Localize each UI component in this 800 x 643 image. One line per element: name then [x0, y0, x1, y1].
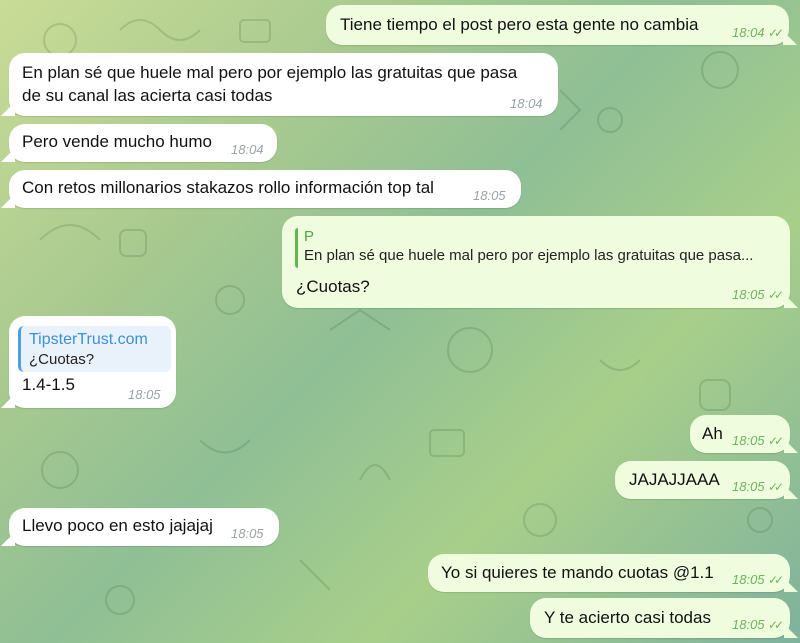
message-text: Pero vende mucho humo — [22, 132, 212, 151]
message-text: Yo si quieres te mando cuotas @1.1 — [441, 563, 714, 582]
message-time: 18:05 — [732, 479, 765, 494]
message-text: Tiene tiempo el post pero esta gente no … — [340, 15, 699, 34]
message-text: Llevo poco en esto jajajaj — [22, 516, 213, 535]
message-time: 18:05 — [732, 287, 765, 302]
message-text: En plan sé que huele mal pero por ejempl… — [22, 63, 518, 82]
message-bubble-incoming[interactable]: Pero vende mucho humo 18:04 — [9, 124, 277, 162]
message-time: 18:04 — [231, 142, 264, 157]
message-bubble-outgoing[interactable]: Tiene tiempo el post pero esta gente no … — [326, 5, 789, 45]
link-subtitle: ¿Cuotas? — [29, 351, 95, 368]
message-time: 18:04 — [510, 96, 543, 111]
message-time: 18:05 — [732, 617, 765, 632]
reply-quote[interactable]: P En plan sé que huele mal pero por ejem… — [295, 228, 792, 268]
message-text: Ah — [702, 424, 723, 443]
message-time: 18:05 — [231, 526, 264, 541]
message-time: 18:04 — [732, 25, 765, 40]
message-bubble-incoming[interactable]: Con retos millonarios stakazos rollo inf… — [9, 170, 521, 208]
message-bubble-outgoing[interactable]: Y te acierto casi todas 18:05 ✓✓ — [530, 598, 790, 638]
message-time: 18:05 — [732, 433, 765, 448]
message-text: Y te acierto casi todas — [544, 608, 711, 627]
message-time: 18:05 — [732, 572, 765, 587]
read-check-icon: ✓✓ — [768, 434, 784, 448]
read-check-icon: ✓✓ — [768, 573, 784, 587]
message-bubble-outgoing[interactable]: Yo si quieres te mando cuotas @1.1 18:05… — [428, 554, 790, 592]
read-check-icon: ✓✓ — [768, 288, 784, 302]
message-bubble-incoming[interactable]: En plan sé que huele mal pero por ejempl… — [9, 53, 558, 116]
message-bubble-outgoing[interactable]: Ah 18:05 ✓✓ — [690, 415, 790, 453]
read-check-icon: ✓✓ — [768, 618, 784, 632]
message-text: 1.4-1.5 — [22, 375, 75, 394]
message-bubble-outgoing[interactable]: JAJAJJAAA 18:05 ✓✓ — [615, 461, 790, 499]
message-bubble-outgoing[interactable]: P En plan sé que huele mal pero por ejem… — [282, 216, 790, 308]
read-check-icon: ✓✓ — [768, 26, 784, 40]
message-text: Con retos millonarios stakazos rollo inf… — [22, 178, 434, 197]
message-text: JAJAJJAAA — [629, 470, 720, 489]
message-time: 18:05 — [128, 387, 161, 402]
message-text: ¿Cuotas? — [296, 277, 370, 296]
reply-author: P — [304, 228, 315, 245]
message-text-line2: de su canal las acierta casi todas — [22, 86, 273, 105]
message-bubble-incoming[interactable]: TipsterTrust.com ¿Cuotas? 1.4-1.5 18:05 — [9, 316, 176, 408]
reply-text: En plan sé que huele mal pero por ejempl… — [304, 247, 754, 264]
read-check-icon: ✓✓ — [768, 480, 784, 494]
message-time: 18:05 — [473, 188, 506, 203]
link-title[interactable]: TipsterTrust.com — [29, 330, 163, 350]
message-bubble-incoming[interactable]: Llevo poco en esto jajajaj 18:05 — [9, 508, 279, 546]
link-preview[interactable]: TipsterTrust.com ¿Cuotas? — [18, 326, 171, 372]
